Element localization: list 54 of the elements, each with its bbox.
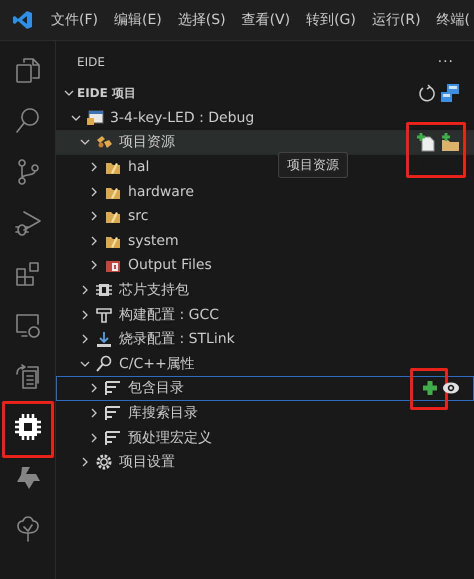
chip-icon [12,412,42,442]
window-icon [86,110,104,126]
menu-item[interactable]: 选择(S) [170,11,234,29]
tree-item[interactable]: src [128,208,148,224]
action-button[interactable] [440,83,460,104]
add-folder-icon [440,132,460,152]
tree-item[interactable]: 构建配置 : GCC [119,306,220,324]
panel-title: EIDE [77,55,105,69]
action-button[interactable] [442,381,460,396]
eye-icon [442,381,460,396]
tree-item[interactable]: 项目设置 [119,453,175,472]
tree-item[interactable]: 预处理宏定义 [128,428,212,447]
gear-icon [95,453,113,472]
download-icon [95,330,113,348]
run-debug-icon [14,208,42,236]
tree-item[interactable]: 项目资源 [119,133,175,152]
tree-item[interactable]: 库搜索目录 [128,404,198,422]
menu-item[interactable]: 查看(V) [234,11,298,29]
tree-item[interactable]: Output Files [128,257,212,274]
list-icon [104,380,122,396]
list-icon [104,430,122,446]
tree-item[interactable]: 包含目录 [128,379,184,398]
section-title[interactable]: EIDE 项目 [77,84,136,102]
tree-item[interactable]: C/C++属性 [119,354,195,373]
tree-item[interactable]: hardware [128,184,194,200]
action-button[interactable] [422,380,438,396]
tooltip: 项目资源 [278,152,348,178]
tree-item[interactable]: 芯片支持包 [119,281,189,300]
menu-item[interactable]: 运行(R) [364,11,429,29]
action-button[interactable] [440,132,460,152]
tree-icon [14,514,40,542]
plus-icon [422,380,438,396]
search-icon [14,106,40,134]
action-button[interactable] [418,84,436,102]
more-actions-button[interactable]: ··· [438,54,454,70]
tree-item[interactable]: system [128,232,179,249]
add-file-icon [416,132,436,152]
tree-item[interactable]: 烧录配置 : STLink [119,330,235,348]
action-button[interactable] [416,132,436,152]
list-icon [104,405,122,422]
hammer-icon [95,306,113,324]
menu-item[interactable]: 文件(F) [43,11,106,29]
menu-item[interactable]: 转到(G) [298,11,364,29]
menu-item[interactable]: 编辑(E) [106,11,170,29]
code-editor-logo-icon[interactable] [13,10,33,30]
source-control-icon [16,158,40,186]
tree-item[interactable]: hal [128,159,150,176]
tree-item[interactable]: 3-4-key-LED : Debug [110,110,254,126]
menu-item[interactable]: 终端( [428,11,474,29]
files-icon [14,56,40,84]
windows-swap-icon [440,83,460,104]
document-icon [14,362,42,390]
extensions-icon [14,260,42,288]
refresh-icon [418,84,436,102]
